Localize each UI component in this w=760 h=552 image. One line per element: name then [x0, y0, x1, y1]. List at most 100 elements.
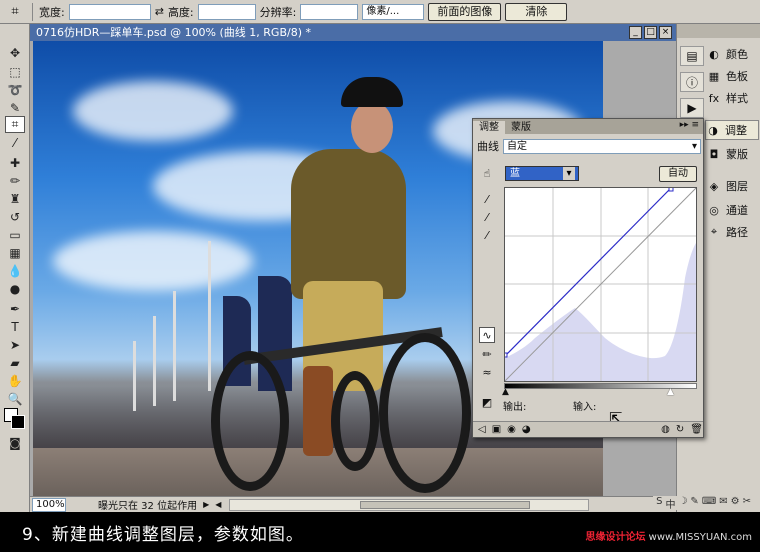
dock-layers[interactable]: ◈ 图层 — [707, 176, 759, 196]
dock-paths[interactable]: ⌖ 路径 — [707, 222, 759, 242]
quick-mask-icon[interactable]: ◙ — [5, 434, 25, 451]
marquee-tool-icon[interactable]: ⬚ — [5, 63, 25, 80]
dock-color[interactable]: ◐ 颜色 — [707, 44, 759, 64]
dock-adjustments-label: 调整 — [725, 124, 747, 137]
gradient-tool-icon[interactable]: ▦ — [5, 244, 25, 261]
handwrite-icon[interactable]: ✎ — [690, 496, 698, 510]
layers-icon: ◈ — [709, 179, 719, 193]
path-select-tool-icon[interactable]: ➤ — [5, 336, 25, 353]
dock-adjustments[interactable]: ◑ 调整 — [705, 120, 759, 140]
keyboard-icon[interactable]: ⌨ — [702, 496, 716, 510]
zoom-field[interactable]: 100% — [32, 497, 66, 512]
adjustments-tabs: 调整 蒙版 ▸▸ ≡ — [473, 119, 703, 134]
curves-graph-svg — [502, 186, 697, 382]
dock-swatches-label: 色板 — [726, 70, 748, 83]
dock-layers-label: 图层 — [726, 180, 748, 193]
curve-point-tool-icon[interactable]: ∿ — [479, 327, 495, 343]
healing-brush-tool-icon[interactable]: ✚ — [5, 154, 25, 171]
lasso-tool-icon[interactable]: ➰ — [5, 81, 25, 98]
panel-menu-icon[interactable]: ▸▸ ≡ — [680, 120, 699, 130]
eraser-tool-icon[interactable]: ▭ — [5, 226, 25, 243]
visibility-eye-icon[interactable]: ◕ — [522, 424, 531, 435]
channel-select[interactable]: 蓝 — [505, 166, 579, 181]
dock-styles[interactable]: fx 样式 — [707, 88, 759, 108]
ime-icon[interactable]: S — [656, 496, 662, 510]
curves-graph[interactable] — [502, 186, 697, 382]
divider — [32, 2, 33, 21]
status-menu-arrow-icon[interactable]: ▶ — [203, 500, 209, 509]
status-info: 曝光只在 32 位起作用 — [98, 501, 198, 512]
rider-head — [351, 101, 393, 153]
resolution-input[interactable] — [300, 3, 359, 20]
moon-icon[interactable]: ☽ — [678, 496, 687, 510]
height-label: 高度: — [167, 5, 194, 19]
pen-tool-icon[interactable]: ✒ — [5, 300, 25, 317]
pencil-draw-icon[interactable]: ✏ — [479, 346, 495, 362]
quick-select-tool-icon[interactable]: ✎ — [5, 99, 25, 116]
horizontal-scrollbar[interactable] — [229, 498, 590, 511]
tab-masks[interactable]: 蒙版 — [505, 121, 537, 134]
flag-pole — [133, 341, 136, 411]
crop-tool-icon[interactable]: ⌗ — [5, 116, 25, 133]
smooth-curve-icon[interactable]: ≈ — [479, 364, 495, 380]
dodge-tool-icon[interactable]: ● — [5, 280, 25, 297]
move-tool-icon[interactable]: ✥ — [5, 44, 25, 61]
delete-icon[interactable]: 🗑 — [690, 424, 703, 435]
tab-adjustments[interactable]: 调整 — [473, 121, 505, 134]
rider-hat — [341, 77, 403, 107]
options-bar: ⌗ 宽度: ⇄ 高度: 分辨率: 像素/... 前面的图像 清除 — [0, 0, 760, 24]
minimize-icon[interactable]: _ — [629, 26, 642, 39]
white-input-slider-icon[interactable]: ▲ — [667, 387, 674, 397]
preset-select[interactable]: 自定 — [503, 138, 701, 154]
previous-state-icon[interactable]: ◍ — [661, 424, 670, 435]
gray-point-eyedropper-icon[interactable]: ⁄ — [479, 209, 495, 225]
blur-tool-icon[interactable]: 💧 — [5, 262, 25, 279]
black-point-eyedropper-icon[interactable]: ⁄ — [479, 191, 495, 207]
return-to-list-icon[interactable]: ◁ — [478, 424, 486, 435]
tools-icon[interactable]: ✂ — [743, 496, 751, 510]
hand-tool-icon[interactable]: ✋ — [5, 372, 25, 389]
background-color-swatch[interactable] — [11, 415, 25, 429]
system-tray: S 中 ☽ ✎ ⌨ ✉ ⚙ ✂ — [653, 496, 754, 511]
dock-styles-label: 样式 — [726, 92, 748, 105]
document-title-bar[interactable]: 0716仿HDR—踩单车.psd @ 100% (曲线 1, RGB/8) * … — [30, 24, 676, 41]
dock-masks[interactable]: ◘ 蒙版 — [707, 144, 759, 164]
mail-icon[interactable]: ✉ — [719, 496, 727, 510]
curve-point[interactable] — [502, 352, 508, 358]
settings-icon[interactable]: ⚙ — [731, 496, 740, 510]
history-brush-tool-icon[interactable]: ↺ — [5, 208, 25, 225]
dock-swatches[interactable]: ▦ 色板 — [707, 66, 759, 86]
brush-tool-icon[interactable]: ✏ — [5, 172, 25, 189]
zoom-tool-icon[interactable]: 🔍 — [5, 390, 25, 407]
reset-icon[interactable]: ↻ — [676, 424, 684, 435]
curve-point[interactable] — [668, 186, 674, 192]
language-icon[interactable]: 中 — [665, 496, 675, 511]
eyedropper-tool-icon[interactable]: ⁄ — [5, 134, 25, 151]
close-icon[interactable]: × — [659, 26, 672, 39]
clear-button[interactable]: 清除 — [505, 2, 568, 21]
height-input[interactable] — [197, 3, 256, 20]
unit-select[interactable]: 像素/... — [362, 3, 425, 20]
expanded-view-icon[interactable]: ▣ — [492, 424, 501, 435]
type-tool-icon[interactable]: T — [5, 318, 25, 335]
dock-channels[interactable]: ◎ 通道 — [707, 200, 759, 220]
toolbox: ✥ ⬚ ➰ ✎ ⌗ ⁄ ✚ ✏ ♜ ↺ ▭ ▦ 💧 ● ✒ T ➤ ▰ ✋ 🔍 … — [0, 24, 30, 512]
black-input-slider-icon[interactable]: ▲ — [502, 387, 509, 397]
crop-icon[interactable]: ⌗ — [4, 3, 26, 21]
history-panel-icon[interactable]: ▤ — [680, 46, 704, 66]
front-image-button[interactable]: 前面的图像 — [428, 2, 502, 21]
clip-to-layer-icon[interactable]: ◉ — [507, 424, 516, 435]
shape-tool-icon[interactable]: ▰ — [5, 354, 25, 371]
scrollbar-thumb[interactable] — [360, 500, 531, 509]
scroll-left-icon[interactable]: ◀ — [215, 500, 221, 509]
maximize-icon[interactable]: □ — [644, 26, 657, 39]
white-point-eyedropper-icon[interactable]: ⁄ — [479, 227, 495, 243]
show-clipping-icon[interactable]: ◩ — [479, 394, 495, 410]
on-image-adjust-icon[interactable]: ☝ — [479, 165, 495, 181]
info-panel-icon[interactable]: ⓘ — [680, 72, 704, 92]
width-input[interactable] — [68, 3, 151, 20]
actions-panel-icon[interactable]: ▶ — [680, 98, 704, 118]
swap-arrows-icon[interactable]: ⇄ — [155, 5, 164, 18]
clone-stamp-tool-icon[interactable]: ♜ — [5, 190, 25, 207]
auto-button[interactable]: 自动 — [659, 166, 697, 182]
